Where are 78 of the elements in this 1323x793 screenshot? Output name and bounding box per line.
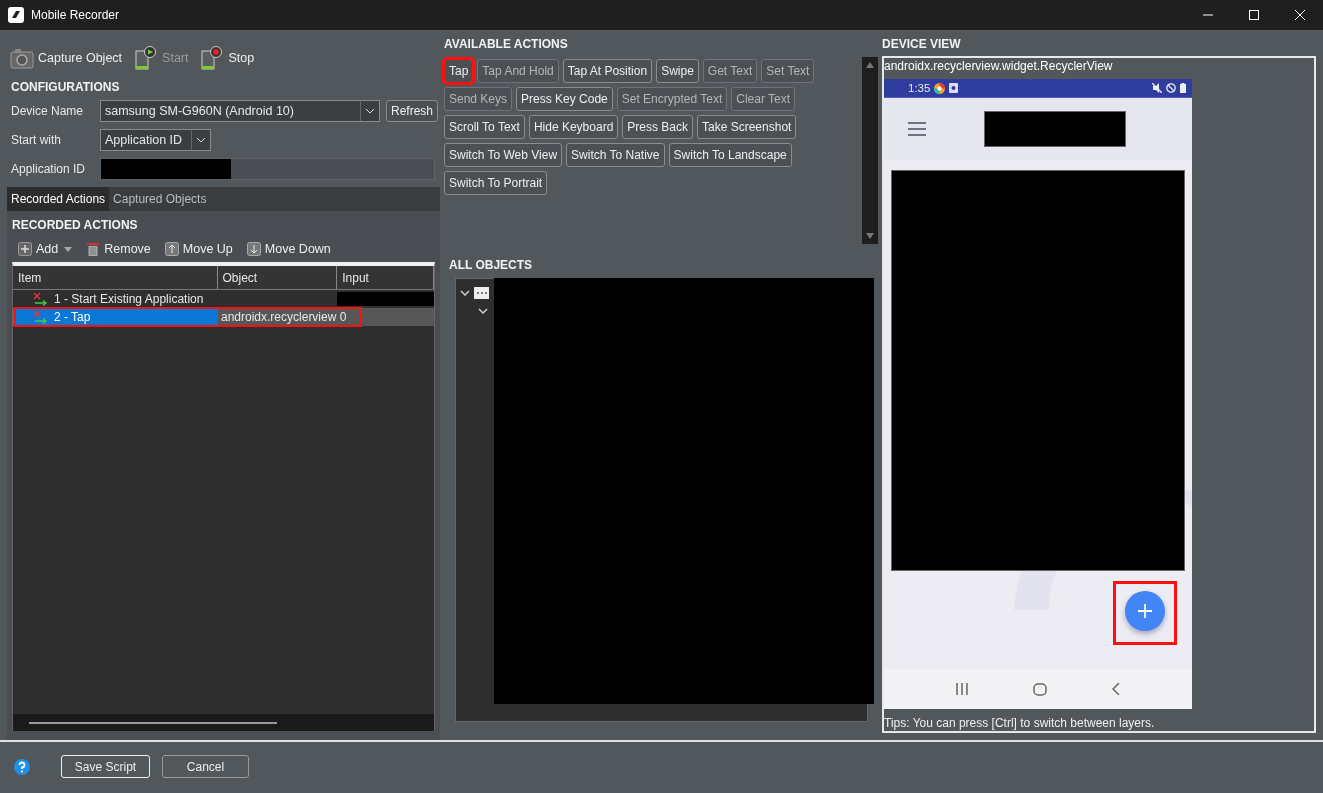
add-fab-button[interactable] (1125, 591, 1165, 631)
help-icon[interactable] (14, 758, 30, 775)
chevron-down-icon (365, 108, 375, 114)
plus-icon (1138, 604, 1152, 618)
action-button[interactable]: Scroll To Text (444, 115, 525, 139)
vertical-scrollbar[interactable] (862, 57, 878, 244)
arrow-down-icon (246, 242, 261, 256)
action-button[interactable]: Switch To Native (566, 143, 665, 167)
table-cell[interactable]: 1 - Start Existing Application (13, 290, 215, 308)
refresh-button[interactable]: Refresh (386, 100, 439, 122)
tip-text: Tips: You can press [Ctrl] to switch between layers. (884, 716, 1156, 731)
recent-apps-icon[interactable] (956, 683, 969, 695)
section-heading: DEVICE VIEW (882, 37, 962, 51)
toolbar-button[interactable]: Capture Object (10, 46, 123, 70)
tap-action-icon (33, 292, 48, 306)
caret-down-icon[interactable] (64, 246, 73, 252)
action-tool-button[interactable]: Move Up (164, 242, 233, 256)
blocked-icon (1166, 83, 1176, 93)
action-button[interactable]: Tap At Position (562, 59, 653, 83)
element-label: androidx.recyclerview.widget.RecyclerView (884, 58, 1114, 75)
status-time: 1:35 (908, 82, 931, 94)
dialog-button[interactable]: Cancel (162, 755, 249, 778)
action-button[interactable]: Tap (444, 59, 474, 83)
close-icon[interactable] (1295, 10, 1305, 20)
maximize-icon[interactable] (1249, 10, 1259, 20)
application-id-field[interactable] (100, 158, 435, 180)
menu-icon[interactable] (908, 122, 926, 136)
table-cell: androidx.recyclerview 0 (218, 308, 434, 326)
action-button[interactable]: Take Screenshot (697, 115, 797, 139)
tap-action-icon (33, 310, 48, 324)
action-button[interactable]: Press Back (622, 115, 693, 139)
action-button[interactable]: Hide Keyboard (528, 115, 619, 139)
start-with-dropdown[interactable]: Application ID (100, 129, 211, 151)
back-icon[interactable] (1111, 683, 1120, 695)
chevron-down-icon (196, 137, 206, 143)
arrow-up-icon (164, 242, 179, 256)
dialog-button[interactable]: Save Script (61, 755, 150, 778)
trash-icon (86, 242, 101, 256)
action-button[interactable]: Switch To Web View (444, 143, 563, 167)
field-label: Application ID (11, 162, 87, 176)
camera-icon (10, 46, 34, 70)
action-button[interactable]: Swipe (656, 59, 699, 83)
app-logo-icon (8, 7, 24, 23)
action-button[interactable]: Press Key Code (516, 87, 613, 111)
column-header[interactable]: Input (337, 266, 434, 289)
home-icon[interactable] (1033, 682, 1047, 696)
action-button[interactable]: Switch To Portrait (444, 171, 548, 195)
scroll-down-icon[interactable] (866, 233, 874, 239)
section-heading: AVAILABLE ACTIONS (444, 37, 569, 51)
device-screen[interactable]: 1:35 (884, 79, 1192, 709)
device-dropdown[interactable]: samsung SM-G960N (Android 10) (100, 100, 380, 122)
field-label: Device Name (11, 104, 85, 118)
battery-icon (1180, 83, 1186, 93)
chevron-down-icon[interactable] (478, 308, 488, 314)
column-header[interactable]: Item (13, 266, 218, 289)
tab[interactable]: Captured Objects (109, 187, 211, 211)
action-tool-button[interactable]: Remove (86, 242, 151, 256)
mute-icon (1152, 83, 1162, 93)
scroll-up-icon[interactable] (866, 62, 874, 68)
tab[interactable]: Recorded Actions (7, 187, 110, 211)
toolbar-button[interactable]: Stop (200, 46, 255, 70)
browser-logo-icon (934, 82, 946, 94)
section-heading: CONFIGURATIONS (11, 80, 121, 94)
node-icon (474, 287, 489, 299)
phone-play-icon (134, 46, 159, 70)
column-header[interactable]: Object (217, 266, 338, 289)
section-heading: ALL OBJECTS (449, 258, 534, 272)
window-title: Mobile Recorder (31, 8, 120, 22)
chevron-down-icon[interactable] (460, 290, 470, 296)
action-tool-button[interactable]: Add (18, 242, 59, 256)
action-tool-button[interactable]: Move Down (246, 242, 331, 256)
horizontal-scrollbar[interactable] (13, 714, 434, 731)
action-button[interactable]: Switch To Landscape (668, 143, 792, 167)
section-heading: RECORDED ACTIONS (12, 218, 139, 232)
field-label: Start with (11, 133, 62, 147)
notification-icon (949, 83, 959, 93)
phone-stop-icon (200, 46, 225, 70)
plus-icon (18, 242, 32, 256)
